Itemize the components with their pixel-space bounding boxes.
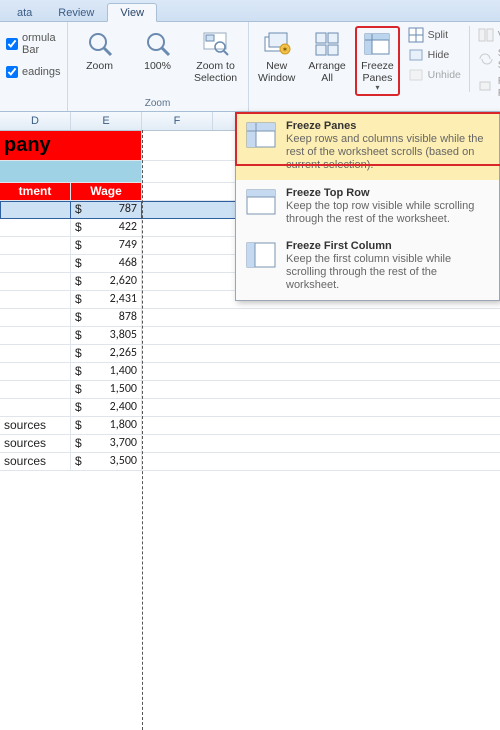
split-icon <box>408 27 424 43</box>
table-row[interactable]: $878 <box>0 309 500 327</box>
formula-bar-label: ormula Bar <box>22 32 61 56</box>
new-window-icon: ✶ <box>262 29 292 59</box>
dd-freeze-top-row[interactable]: Freeze Top RowKeep the top row visible w… <box>236 180 499 233</box>
table-row[interactable]: $1,400 <box>0 363 500 381</box>
tab-review[interactable]: Review <box>45 3 107 21</box>
zoom-selection-icon <box>201 29 231 59</box>
dd-freeze-top-row-icon <box>244 187 278 217</box>
zoom-selection-label: Zoom to Selection <box>193 61 239 84</box>
split-label: Split <box>428 29 448 41</box>
unhide-label: Unhide <box>428 69 461 81</box>
header-wage: Wage <box>71 183 142 201</box>
dd-freeze-panes-icon <box>244 120 278 150</box>
zoom-label: Zoom <box>86 61 113 73</box>
col-header-f[interactable]: F <box>142 112 213 130</box>
tab-data[interactable]: ata <box>4 3 45 21</box>
hide-button[interactable]: Hide <box>406 46 463 64</box>
table-row[interactable]: $1,500 <box>0 381 500 399</box>
zoom-100-button[interactable]: 100% <box>132 26 184 76</box>
side-by-side-icon <box>478 27 494 43</box>
table-row[interactable]: sources$3,700 <box>0 435 500 453</box>
arrange-all-button[interactable]: Arrange All <box>305 26 349 87</box>
table-row[interactable]: sources$1,800 <box>0 417 500 435</box>
svg-text:✶: ✶ <box>281 45 288 54</box>
dd-freeze-top-row-desc: Keep the top row visible while scrolling… <box>286 200 491 226</box>
headings-label: eadings <box>22 66 61 78</box>
freeze-panes-label: Freeze Panes <box>358 61 396 93</box>
sync-scroll-button: Synchronous Scrolling <box>476 46 500 72</box>
dd-freeze-panes-title: Freeze Panes <box>286 120 491 132</box>
freeze-panes-dropdown: Freeze PanesKeep rows and columns visibl… <box>235 112 500 301</box>
zoom-button[interactable]: Zoom <box>74 26 126 76</box>
reset-pos-icon <box>478 79 494 95</box>
table-row[interactable]: $3,805 <box>0 327 500 345</box>
freeze-panes-button[interactable]: Freeze Panes <box>355 26 399 96</box>
reset-pos-button: Reset Window Position <box>476 74 500 100</box>
ribbon: ormula Bar eadings Zoom 100% Zoom to Sel… <box>0 22 500 112</box>
dd-freeze-panes[interactable]: Freeze PanesKeep rows and columns visibl… <box>236 113 499 180</box>
ribbon-tabs: ata Review View <box>0 0 500 22</box>
new-window-button[interactable]: ✶ New Window <box>255 26 299 87</box>
arrange-all-label: Arrange All <box>308 61 346 84</box>
dd-freeze-first-col-title: Freeze First Column <box>286 240 491 252</box>
new-window-label: New Window <box>258 61 296 84</box>
dd-freeze-panes-desc: Keep rows and columns visible while the … <box>286 133 491 173</box>
split-button[interactable]: Split <box>406 26 463 44</box>
freeze-line <box>142 130 143 730</box>
col-header-e[interactable]: E <box>71 112 142 130</box>
chk-formula-bar[interactable]: ormula Bar <box>6 32 61 56</box>
view-side-by-side-button: View Side by Side <box>476 26 500 44</box>
sync-scroll-icon <box>478 51 494 67</box>
chk-headings[interactable]: eadings <box>6 66 61 78</box>
arrange-all-icon <box>312 29 342 59</box>
group-label-zoom: Zoom <box>74 96 242 109</box>
dd-freeze-top-row-title: Freeze Top Row <box>286 187 491 199</box>
table-row[interactable]: $2,400 <box>0 399 500 417</box>
table-row[interactable]: sources$3,500 <box>0 453 500 471</box>
unhide-button: Unhide <box>406 66 463 84</box>
hide-label: Hide <box>428 49 450 61</box>
company-title: pany <box>0 131 142 161</box>
group-label-show <box>6 107 61 109</box>
dd-freeze-first-col-icon <box>244 240 278 270</box>
col-header-d[interactable]: D <box>0 112 71 130</box>
hide-icon <box>408 47 424 63</box>
dd-freeze-first-col-desc: Keep the first column visible while scro… <box>286 253 491 293</box>
zoom-100-icon <box>143 29 173 59</box>
table-row[interactable]: $2,265 <box>0 345 500 363</box>
zoom-icon <box>85 29 115 59</box>
zoom-selection-button[interactable]: Zoom to Selection <box>190 26 242 87</box>
group-label-window <box>255 107 500 109</box>
tab-view[interactable]: View <box>107 3 157 22</box>
header-dept: tment <box>0 183 71 201</box>
freeze-panes-icon <box>362 29 392 59</box>
zoom-100-label: 100% <box>144 61 171 73</box>
unhide-icon <box>408 67 424 83</box>
dd-freeze-first-col[interactable]: Freeze First ColumnKeep the first column… <box>236 233 499 300</box>
